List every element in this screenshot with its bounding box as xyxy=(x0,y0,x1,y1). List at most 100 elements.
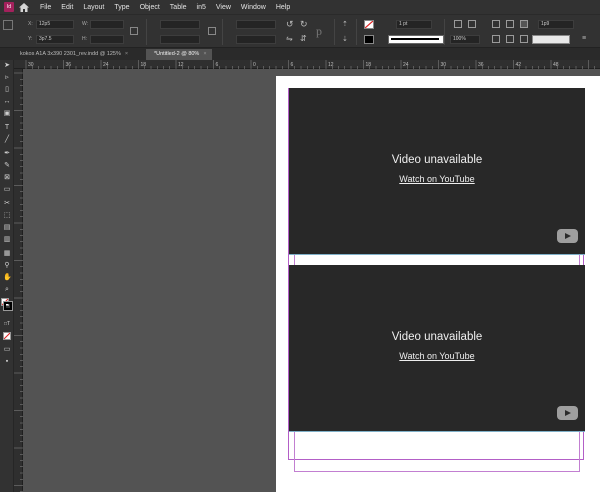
opacity-field[interactable]: 100% xyxy=(450,35,480,44)
pen-tool-icon[interactable]: ✒ xyxy=(3,150,11,158)
size-field[interactable]: 1p9 xyxy=(538,20,574,29)
rotation-field[interactable] xyxy=(236,20,276,29)
ruler-label: 24 xyxy=(103,62,109,68)
ruler-label: 12 xyxy=(178,62,184,68)
rectangle-frame-tool-icon[interactable]: ⊠ xyxy=(3,174,11,182)
align-center-icon[interactable] xyxy=(506,20,514,28)
align-left-icon[interactable] xyxy=(492,20,500,28)
gradient-feather-tool-icon[interactable]: ▥ xyxy=(3,236,11,244)
menu-file[interactable]: File xyxy=(40,4,51,11)
object-style-dropdown[interactable] xyxy=(532,35,570,44)
ruler-label: 30 xyxy=(28,62,34,68)
direct-selection-tool-icon[interactable]: ▹ xyxy=(3,74,11,82)
constrain-scale-icon[interactable] xyxy=(208,27,216,35)
fill-frame-icon[interactable] xyxy=(468,20,476,28)
align-right-icon[interactable] xyxy=(520,20,528,28)
tab-untitled-2[interactable]: *Untitled-2 @ 80% × xyxy=(146,49,212,60)
page-tool-icon[interactable]: ▯ xyxy=(3,86,11,94)
w-label: W: xyxy=(82,21,89,27)
rectangle-tool-icon[interactable]: ▭ xyxy=(3,186,11,194)
ruler-label: 12 xyxy=(328,62,334,68)
vertical-ruler[interactable] xyxy=(14,69,23,492)
close-icon[interactable]: × xyxy=(203,51,206,57)
distribute-right-icon[interactable] xyxy=(520,35,528,43)
width-field[interactable] xyxy=(90,20,124,29)
gap-tool-icon[interactable]: ↔ xyxy=(3,98,11,106)
height-field[interactable] xyxy=(90,35,124,44)
shear-field[interactable] xyxy=(236,35,276,44)
watch-on-youtube-link[interactable]: Watch on YouTube xyxy=(289,174,585,184)
document-tab-bar: kokos A1A 3x390 2301_rev.indd @ 125% × *U… xyxy=(0,48,600,60)
menu-bar: Id File Edit Layout Type Object Table in… xyxy=(0,0,600,14)
watch-on-youtube-link[interactable]: Watch on YouTube xyxy=(289,351,585,361)
hand-tool-icon[interactable]: ✋ xyxy=(3,274,12,282)
select-content-icon[interactable]: ⇣ xyxy=(342,35,350,43)
ruler-label: 36 xyxy=(66,62,72,68)
menu-layout[interactable]: Layout xyxy=(83,4,104,11)
ruler-label: 6 xyxy=(291,62,294,68)
menu-type[interactable]: Type xyxy=(114,4,129,11)
zoom-tool-icon[interactable]: ⌕ xyxy=(3,286,11,294)
stroke-type-dropdown[interactable] xyxy=(388,35,444,44)
select-container-icon[interactable]: ⇡ xyxy=(342,20,350,28)
line-tool-icon[interactable]: ╱ xyxy=(3,136,11,144)
close-icon[interactable]: × xyxy=(125,51,128,57)
reference-point-icon[interactable] xyxy=(3,20,13,30)
type-tool-icon[interactable]: T xyxy=(3,124,11,132)
menu-edit[interactable]: Edit xyxy=(61,4,73,11)
x-field[interactable]: 12p5 xyxy=(36,20,74,29)
ruler-label: 18 xyxy=(366,62,372,68)
rotate-ccw-icon[interactable]: ↺ xyxy=(286,20,294,29)
control-panel: X: 12p5 Y: 3p7.5 W: H: ↺ ↻ ⇋ ⇵ p ⇡ ⇣ 1 p… xyxy=(0,14,600,48)
tab-label: kokos A1A 3x390 2301_rev.indd @ 125% xyxy=(20,51,121,57)
menu-window[interactable]: Window xyxy=(241,4,266,11)
selection-tool-icon[interactable]: ➤ xyxy=(3,62,11,70)
video-embed-frame[interactable]: Video unavailable Watch on YouTube xyxy=(289,88,585,254)
flip-vertical-icon[interactable]: ⇵ xyxy=(300,35,308,43)
home-icon[interactable] xyxy=(18,1,30,13)
menu-in5[interactable]: in5 xyxy=(197,4,206,11)
paragraph-icon: p xyxy=(316,24,322,38)
scissors-tool-icon[interactable]: ✂ xyxy=(3,200,11,208)
tab-kokos-document[interactable]: kokos A1A 3x390 2301_rev.indd @ 125% × xyxy=(12,49,146,60)
constrain-proportions-icon[interactable] xyxy=(130,27,138,35)
note-tool-icon[interactable]: ▦ xyxy=(3,250,11,258)
eyedropper-tool-icon[interactable]: ⚲ xyxy=(3,262,11,270)
stroke-box-icon[interactable] xyxy=(3,301,13,311)
ruler-label: 24 xyxy=(403,62,409,68)
stroke-weight-field[interactable]: 1 pt xyxy=(396,20,432,29)
ruler-label: 6 xyxy=(216,62,219,68)
tab-label: *Untitled-2 @ 80% xyxy=(154,51,200,57)
scale-y-field[interactable] xyxy=(160,35,200,44)
frame-fit-icon[interactable] xyxy=(454,20,462,28)
distribute-left-icon[interactable] xyxy=(492,35,500,43)
content-collector-icon[interactable]: ▣ xyxy=(3,110,11,118)
flip-horizontal-icon[interactable]: ⇋ xyxy=(286,35,294,43)
free-transform-tool-icon[interactable]: ⬚ xyxy=(3,212,11,220)
menu-help[interactable]: Help xyxy=(276,4,290,11)
screen-mode-icon[interactable]: ▭ xyxy=(3,346,11,354)
frame-edge-guide xyxy=(289,431,585,432)
menu-object[interactable]: Object xyxy=(140,4,160,11)
y-label: Y: xyxy=(28,36,33,42)
youtube-play-icon[interactable] xyxy=(557,229,578,243)
horizontal-ruler[interactable]: 30 36 24 18 12 6 0 6 12 18 24 30 36 42 48 xyxy=(14,60,600,69)
youtube-play-icon[interactable] xyxy=(557,406,578,420)
scale-x-field[interactable] xyxy=(160,20,200,29)
y-field[interactable]: 3p7.5 xyxy=(36,35,74,44)
menu-view[interactable]: View xyxy=(216,4,231,11)
distribute-center-icon[interactable] xyxy=(506,35,514,43)
fill-swatch-icon[interactable] xyxy=(364,20,374,29)
stroke-swatch-icon[interactable] xyxy=(364,35,374,44)
video-embed-frame[interactable]: Video unavailable Watch on YouTube xyxy=(289,265,585,431)
formatting-container-icon[interactable]: □T xyxy=(3,320,11,328)
gradient-tool-icon[interactable]: ▤ xyxy=(3,224,11,232)
pencil-tool-icon[interactable]: ✎ xyxy=(3,162,11,170)
tools-panel: ➤ ▹ ▯ ↔ ▣ T ╱ ✒ ✎ ⊠ ▭ ✂ ⬚ ▤ ▥ ▦ ⚲ ✋ ⌕ □T… xyxy=(0,60,14,492)
ruler-label: 18 xyxy=(141,62,147,68)
panel-menu-icon[interactable]: ≡ xyxy=(582,35,590,43)
menu-table[interactable]: Table xyxy=(170,4,187,11)
apply-none-icon[interactable] xyxy=(3,332,11,340)
rotate-cw-icon[interactable]: ↻ xyxy=(300,20,308,29)
view-options-icon[interactable]: ▪ xyxy=(3,358,11,366)
